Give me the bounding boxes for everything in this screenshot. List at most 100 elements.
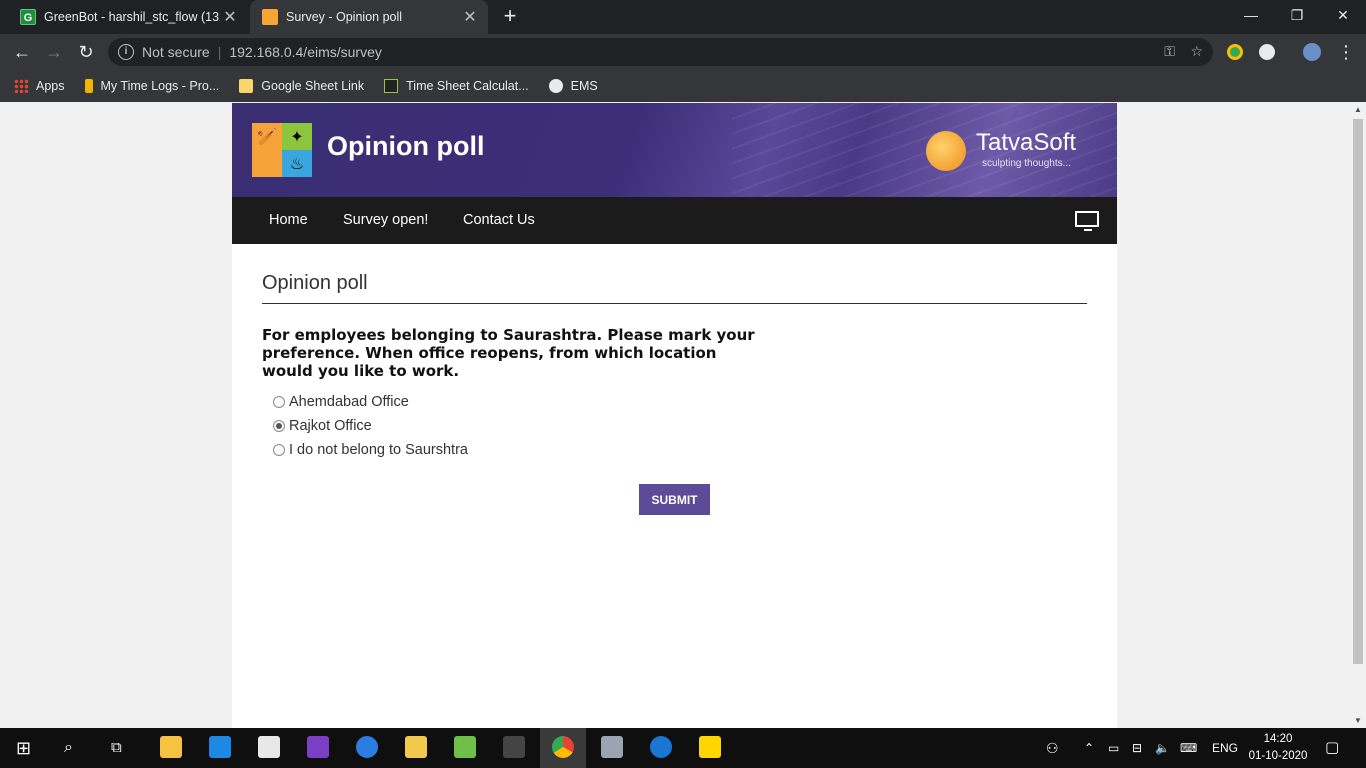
battery-icon[interactable]: ▭ (1108, 728, 1119, 768)
radio-rajkot[interactable] (273, 420, 285, 432)
globe-icon (548, 79, 563, 93)
extension-chat-icon[interactable] (1259, 44, 1275, 60)
radio-ahmedabad[interactable] (273, 396, 285, 408)
volume-icon[interactable]: 🔈 (1155, 728, 1170, 768)
option-label: Ahemdabad Office (289, 394, 409, 410)
scroll-thumb[interactable] (1353, 119, 1363, 664)
option-label: I do not belong to Saurshtra (289, 442, 468, 458)
profile-avatar-icon[interactable] (1303, 43, 1321, 61)
brand-logo-icon (926, 131, 966, 171)
folder-icon (239, 79, 254, 93)
opinion-poll-logo: 🏏 ✦ ♨ (252, 123, 312, 177)
location-app-icon[interactable] (650, 736, 672, 758)
site-banner: 🏏 ✦ ♨ Opinion poll TatvaSoft sculpting t… (232, 103, 1117, 197)
tatvasoft-logo[interactable]: TatvaSoft sculpting thoughts... (926, 127, 1106, 173)
key-icon[interactable]: ⚿ (1164, 43, 1175, 59)
page-scrollbar[interactable]: ▲ ▼ (1350, 103, 1366, 728)
bookmark-time-sheet[interactable]: Time Sheet Calculat... (384, 79, 529, 93)
address-bar[interactable]: i Not secure | 192.168.0.4/eims/survey ⚿… (108, 38, 1213, 66)
people-icon[interactable]: ⚇ (1046, 728, 1059, 768)
monitor-icon[interactable] (1075, 211, 1099, 231)
window-close-icon[interactable]: ✕ (1320, 0, 1366, 30)
separator: | (217, 44, 222, 60)
windows-start-icon[interactable]: ⊞ (16, 728, 31, 768)
task-view-icon[interactable]: ⧉ (111, 728, 122, 768)
scroll-down-icon[interactable]: ▼ (1350, 714, 1366, 728)
bookmark-ems[interactable]: EMS (548, 79, 598, 93)
option-not-saurashtra[interactable]: I do not belong to Saurshtra (262, 438, 1087, 462)
nav-home[interactable]: Home (269, 197, 308, 244)
reload-icon[interactable]: ↻ (74, 40, 98, 64)
brand-tagline: sculpting thoughts... (982, 158, 1071, 169)
editor-icon[interactable] (454, 736, 476, 758)
terminal-icon[interactable] (503, 736, 525, 758)
tray-chevron-icon[interactable]: ⌃ (1084, 728, 1094, 768)
bookmark-apps[interactable]: Apps (14, 79, 65, 93)
clock-time: 14:20 (1263, 733, 1293, 745)
bookmark-star-icon[interactable]: ☆ (1190, 43, 1203, 59)
forward-arrow-icon[interactable]: → (42, 40, 66, 64)
mail-icon[interactable] (209, 736, 231, 758)
language-indicator[interactable]: ENG (1212, 728, 1238, 768)
apps-grid-icon (14, 79, 28, 93)
back-arrow-icon[interactable]: ← (10, 40, 34, 64)
new-tab-icon[interactable]: + (498, 5, 522, 29)
chrome-icon[interactable] (552, 736, 574, 758)
visual-studio-icon[interactable] (307, 736, 329, 758)
option-ahmedabad[interactable]: Ahemdabad Office (262, 390, 1087, 414)
extension-icon[interactable] (1227, 44, 1243, 60)
bookmark-label: Time Sheet Calculat... (406, 79, 529, 93)
option-label: Rajkot Office (289, 418, 372, 434)
bookmark-label: EMS (570, 79, 598, 93)
taskbar-clock[interactable]: 14:20 01-10-2020 (1246, 731, 1310, 765)
clock-date: 01-10-2020 (1248, 750, 1308, 762)
cricket-icon: 🏏 (252, 123, 282, 150)
tab-title: Survey - Opinion poll (286, 10, 403, 24)
greenbot-favicon-icon: G (20, 9, 36, 25)
page-title: Opinion poll (262, 272, 1087, 304)
search-icon[interactable]: ⌕ (64, 728, 73, 768)
option-rajkot[interactable]: Rajkot Office (262, 414, 1087, 438)
keyboard-icon[interactable]: ⌨ (1180, 728, 1197, 768)
restore-icon[interactable]: ❐ (1274, 0, 1320, 30)
bookmark-google-sheet[interactable]: Google Sheet Link (239, 79, 364, 93)
windows-taskbar: ⊞ ⌕ ⧉ ⚇ ⌃ ▭ ⊟ 🔈 ⌨ ENG 14:20 01-10-2020 ▢ (0, 728, 1366, 768)
survey-options: Ahemdabad Office Rajkot Office I do not … (262, 390, 1087, 462)
browser-toolbar: ← → ↻ i Not secure | 192.168.0.4/eims/su… (0, 34, 1366, 70)
info-icon[interactable]: i (118, 44, 134, 60)
tab-close-icon[interactable]: ✕ (460, 7, 480, 27)
network-icon[interactable]: ⊟ (1132, 728, 1142, 768)
logo-tile (252, 150, 282, 177)
remote-desktop-icon[interactable] (601, 736, 623, 758)
bookmark-label: My Time Logs - Pro... (100, 79, 220, 93)
more-menu-icon[interactable]: ⋮ (1334, 40, 1358, 64)
lamp-icon: ♨ (282, 150, 312, 177)
sql-tool-icon[interactable] (405, 736, 427, 758)
nav-survey-open[interactable]: Survey open! (343, 197, 428, 244)
submit-button[interactable]: SUBMIT (639, 484, 710, 515)
notification-icon[interactable]: ▢ (1325, 728, 1339, 768)
bookmark-time-logs[interactable]: My Time Logs - Pro... (84, 79, 220, 93)
brand-name: TatvaSoft (976, 129, 1077, 156)
store-icon[interactable] (258, 736, 280, 758)
dance-icon: ✦ (282, 123, 312, 150)
file-explorer-icon[interactable] (160, 736, 182, 758)
tab-survey[interactable]: Survey - Opinion poll ✕ (250, 0, 488, 34)
tab-title: GreenBot - harshil_stc_flow (1324 (44, 10, 220, 24)
survey-content: Opinion poll For employees belonging to … (262, 244, 1087, 515)
tab-close-icon[interactable]: ✕ (220, 7, 240, 27)
bookmarks-bar: Apps My Time Logs - Pro... Google Sheet … (0, 70, 1366, 102)
bookmark-label: Apps (36, 79, 65, 93)
time-calc-icon (384, 79, 399, 93)
sticky-notes-icon[interactable] (699, 736, 721, 758)
minimize-icon[interactable]: — (1228, 0, 1274, 30)
radio-not-saurashtra[interactable] (273, 444, 285, 456)
nav-contact-us[interactable]: Contact Us (463, 197, 535, 244)
url-text[interactable]: 192.168.0.4/eims/survey (229, 44, 382, 60)
survey-question: For employees belonging to Saurashtra. P… (262, 326, 755, 380)
tab-greenbot[interactable]: G GreenBot - harshil_stc_flow (1324 ✕ (8, 0, 248, 34)
time-logs-icon (84, 79, 93, 93)
app-icon[interactable] (356, 736, 378, 758)
site-container: 🏏 ✦ ♨ Opinion poll TatvaSoft sculpting t… (232, 103, 1117, 728)
scroll-up-icon[interactable]: ▲ (1350, 103, 1366, 117)
